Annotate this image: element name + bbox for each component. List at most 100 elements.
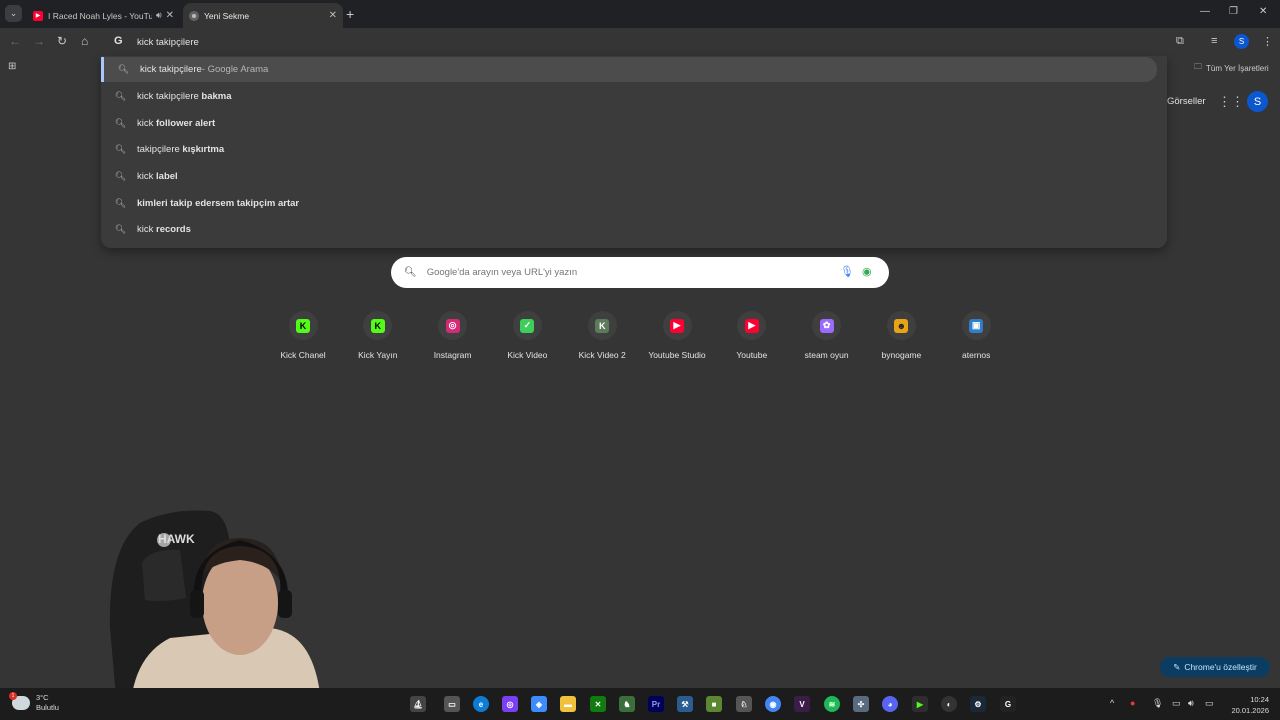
shortcut-tile[interactable]: ▶ Youtube Studio: [640, 311, 714, 360]
shortcut-icon-circle: ▣: [961, 311, 991, 340]
microphone-tray-icon[interactable]: 🎙︎: [1152, 698, 1163, 709]
editor-app-icon[interactable]: V: [794, 696, 810, 712]
suggestion-item[interactable]: 🔍︎ takipçilere kışkırtma: [101, 137, 1157, 162]
minimize-icon[interactable]: —: [1200, 6, 1210, 17]
shortcut-icon-circle: ◎: [438, 311, 468, 340]
file-explorer-icon[interactable]: ▬: [560, 696, 576, 712]
tool-app-icon[interactable]: ⚒: [677, 696, 693, 712]
google-account-avatar[interactable]: S: [1247, 91, 1268, 112]
close-tab-icon[interactable]: ✕: [166, 10, 174, 21]
cloud-icon: 1: [9, 692, 30, 710]
windows-taskbar: [0, 688, 1280, 720]
shortcut-tile[interactable]: K Kick Video 2: [565, 311, 639, 360]
search-icon: 🔍︎: [114, 118, 127, 128]
obs-icon[interactable]: ◐: [941, 696, 957, 712]
speaker-icon[interactable]: 🔊︎: [156, 10, 162, 21]
all-bookmarks-button[interactable]: 🗀︎ Tüm Yer İşaretleri: [1194, 61, 1269, 75]
new-tab-button[interactable]: +: [346, 6, 354, 22]
minecraft-icon[interactable]: ■: [706, 696, 722, 712]
youtube-icon: ▶: [33, 10, 43, 21]
shortcut-label: Kick Chanel: [280, 350, 326, 360]
suggestion-item[interactable]: 🔍︎ kick records: [101, 217, 1157, 242]
logitech-icon[interactable]: G: [1000, 696, 1016, 712]
close-tab-icon[interactable]: ✕: [329, 10, 337, 21]
chrome-taskbar-icon[interactable]: ◉: [765, 696, 781, 712]
shortcut-icon-circle: K: [363, 311, 393, 340]
reload-button[interactable]: ↻: [57, 34, 67, 48]
tab-search-button[interactable]: ⌄: [5, 5, 22, 22]
google-g-icon: G: [114, 35, 123, 47]
shortcut-label: Kick Yayın: [358, 350, 398, 360]
shortcut-icon-circle: ✿: [812, 311, 842, 340]
shortcut-tile[interactable]: ◎ Instagram: [416, 311, 490, 360]
shortcut-tile[interactable]: ☻ bynogame: [864, 311, 938, 360]
shortcut-icon-circle: ▶: [737, 311, 767, 340]
search-icon: 🔍︎: [114, 91, 127, 101]
suggestion-item[interactable]: 🔍︎ kick follower alert: [101, 111, 1157, 136]
spotify-icon[interactable]: ≋: [824, 696, 840, 712]
network-icon[interactable]: ▭: [1172, 698, 1181, 709]
vpn-app-icon[interactable]: ✣: [853, 696, 869, 712]
apps-grid-icon[interactable]: ⊞: [8, 61, 16, 72]
volume-icon[interactable]: 🔊︎: [1188, 698, 1194, 709]
premiere-pro-icon[interactable]: Pr: [648, 696, 664, 712]
battery-icon[interactable]: ▭: [1205, 698, 1214, 709]
steam-icon[interactable]: ⚙: [970, 696, 986, 712]
suggestion-item[interactable]: 🔍︎ kimleri takip edersem takipçim artar: [101, 191, 1157, 216]
close-window-icon[interactable]: ✕: [1259, 6, 1267, 17]
tray-app-icon[interactable]: ●: [1130, 698, 1135, 708]
shortcut-tile[interactable]: ▶ Youtube: [715, 311, 789, 360]
task-view-icon[interactable]: ▭: [444, 696, 460, 712]
shortcut-label: Youtube: [736, 350, 768, 360]
play-app-icon[interactable]: ▶: [912, 696, 928, 712]
back-button[interactable]: ←: [9, 34, 21, 48]
tab-title: Yeni Sekme: [204, 10, 250, 21]
microphone-icon[interactable]: 🎙︎: [840, 265, 854, 278]
system-clock[interactable]: 10:24 20.01.2026: [1227, 694, 1269, 716]
kick-icon: K: [370, 318, 385, 333]
shortcut-icon-circle: ✓: [512, 311, 542, 340]
customize-chrome-button[interactable]: ✎ Chrome'u özelleştir: [1160, 657, 1270, 677]
edge-icon[interactable]: e: [473, 696, 489, 712]
forward-button[interactable]: →: [33, 34, 45, 48]
home-button[interactable]: ⌂: [81, 34, 88, 48]
shortcut-label: aternos: [962, 350, 991, 360]
search-icon: 🔍︎: [117, 64, 130, 74]
chrome-icon: [189, 10, 199, 21]
search-input[interactable]: [426, 267, 807, 278]
game-app-icon[interactable]: ♞: [619, 696, 635, 712]
shortcut-tile[interactable]: ✿ steam oyun: [790, 311, 864, 360]
menu-kebab-icon[interactable]: ⋮: [1262, 35, 1273, 48]
profile-avatar[interactable]: S: [1234, 34, 1249, 49]
photo-app-icon[interactable]: ◎: [502, 696, 518, 712]
check-icon: ✓: [520, 318, 535, 333]
aternos-icon: ▣: [969, 318, 984, 333]
restore-icon[interactable]: ❐: [1229, 6, 1238, 17]
xbox-icon[interactable]: ✕: [590, 696, 606, 712]
tray-expand-icon[interactable]: ^: [1110, 698, 1114, 708]
suggestion-item[interactable]: 🔍︎ kick takipçilere - Google Arama: [101, 57, 1157, 82]
shortcut-tile[interactable]: K Kick Yayın: [341, 311, 415, 360]
google-search-box[interactable]: 🔍︎ 🎙︎ ◉: [391, 257, 889, 288]
shortcut-tile[interactable]: ▣ aternos: [939, 311, 1013, 360]
google-lens-icon[interactable]: ◉: [862, 265, 872, 278]
horse-app-icon[interactable]: ♘: [736, 696, 752, 712]
extensions-icon[interactable]: ⧉: [1176, 35, 1184, 48]
shortcut-tile[interactable]: K Kick Chanel: [266, 311, 340, 360]
address-input[interactable]: kick takipçilere: [137, 37, 199, 48]
ship-app-icon[interactable]: ⛵︎: [410, 696, 426, 712]
shortcut-label: Kick Video 2: [578, 350, 626, 360]
tab-youtube[interactable]: ▶ I Raced Noah Lyles - YouTube 🔊︎ ✕: [27, 3, 180, 28]
bynogame-icon: ☻: [894, 318, 909, 333]
shortcut-icon-circle: ☻: [886, 311, 916, 340]
discord-icon[interactable]: ◕: [882, 696, 898, 712]
suggestion-item[interactable]: 🔍︎ kick label: [101, 164, 1157, 189]
tab-title: I Raced Noah Lyles - YouTube: [48, 10, 152, 21]
images-link[interactable]: Görseller: [1167, 96, 1206, 107]
shortcut-tile[interactable]: ✓ Kick Video: [490, 311, 564, 360]
suggestion-item[interactable]: 🔍︎ kick takipçilere bakma: [101, 84, 1157, 109]
weather-widget[interactable]: 1 3°C Bulutlu: [9, 692, 59, 713]
copilot-icon[interactable]: ◈: [531, 696, 547, 712]
media-control-icon[interactable]: ≡: [1211, 35, 1217, 47]
tab-new-tab[interactable]: Yeni Sekme ✕: [183, 3, 343, 28]
